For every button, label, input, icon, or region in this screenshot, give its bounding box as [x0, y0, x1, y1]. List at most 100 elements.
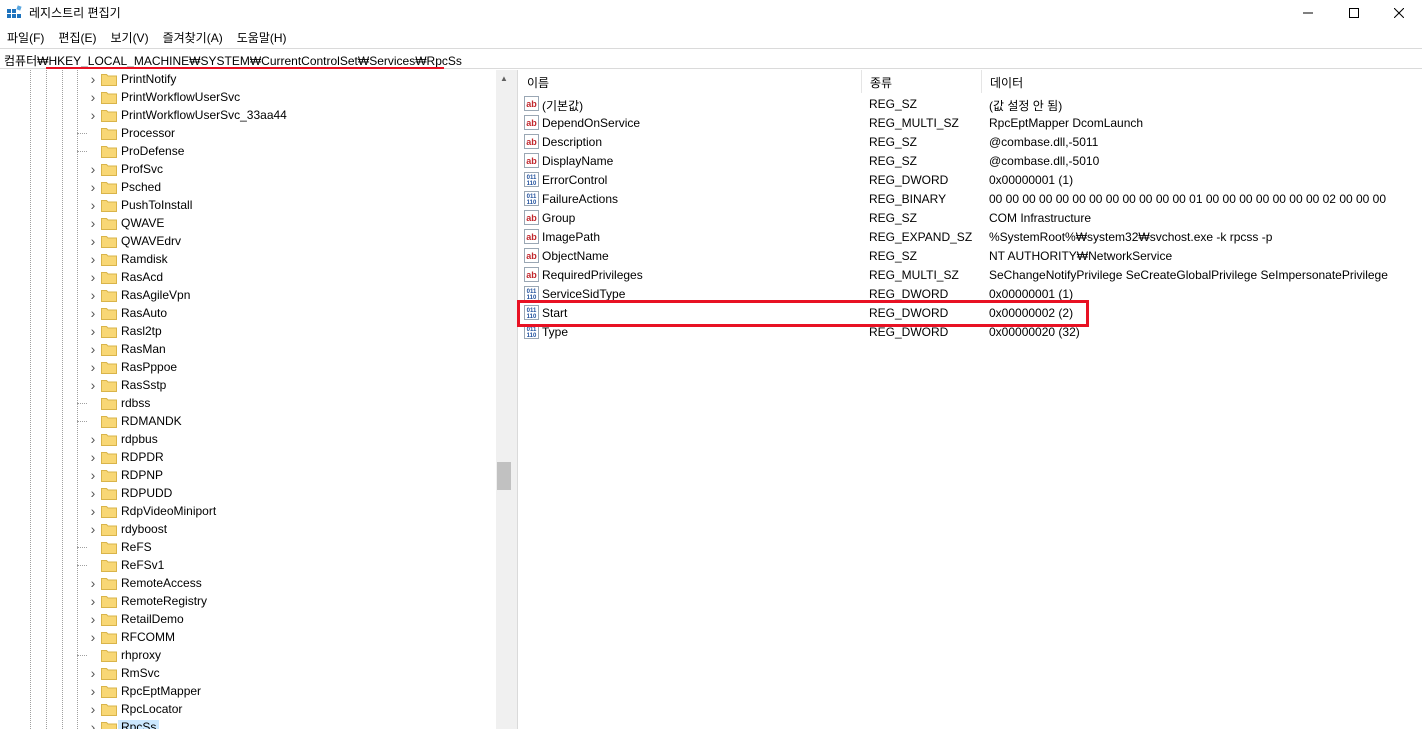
tree-item[interactable]: › RasAgileVpn — [0, 286, 496, 304]
chevron-right-icon[interactable]: › — [87, 378, 99, 392]
tree-scrollbar[interactable]: ▲ — [496, 70, 512, 729]
chevron-right-icon[interactable]: › — [87, 288, 99, 302]
tree-item[interactable]: › RasMan — [0, 340, 496, 358]
value-row[interactable]: ab ImagePath REG_EXPAND_SZ %SystemRoot%₩sys… — [519, 227, 1422, 246]
tree-item-label: rdpbus — [121, 432, 158, 446]
tree-item[interactable]: › QWAVE — [0, 214, 496, 232]
key-tree[interactable]: › PrintNotify › PrintWorkflowUserSvc › PrintW… — [0, 70, 512, 729]
chevron-right-icon[interactable]: › — [87, 360, 99, 374]
scroll-up-arrow-icon[interactable]: ▲ — [496, 70, 512, 87]
tree-item[interactable]: › rdyboost — [0, 520, 496, 538]
tree-item[interactable]: › Rasl2tp — [0, 322, 496, 340]
chevron-right-icon[interactable]: › — [87, 720, 99, 729]
tree-item[interactable]: › QWAVEdrv — [0, 232, 496, 250]
chevron-right-icon[interactable]: › — [87, 684, 99, 698]
chevron-right-icon[interactable]: › — [87, 504, 99, 518]
column-header-type[interactable]: 종류 — [862, 70, 982, 93]
value-row[interactable]: 011 110 ErrorControl REG_DWORD 0x00000001 (1… — [519, 170, 1422, 189]
tree-item[interactable]: › ProfSvc — [0, 160, 496, 178]
value-row[interactable]: ab ObjectName REG_SZ NT AUTHORITY₩NetworkSe… — [519, 246, 1422, 265]
folder-icon — [101, 596, 117, 608]
value-row[interactable]: ab RequiredPrivileges REG_MULTI_SZ SeChange… — [519, 265, 1422, 284]
tree-item[interactable]: › PushToInstall — [0, 196, 496, 214]
chevron-right-icon[interactable]: › — [87, 72, 99, 86]
column-header-data[interactable]: 데이터 — [982, 70, 1422, 93]
chevron-right-icon[interactable]: › — [87, 576, 99, 590]
tree-item[interactable]: › RemoteRegistry — [0, 592, 496, 610]
tree-item[interactable]: › RDPDR — [0, 448, 496, 466]
tree-item[interactable]: › PrintNotify — [0, 70, 496, 88]
chevron-right-icon[interactable]: › — [87, 666, 99, 680]
tree-item[interactable]: › RetailDemo — [0, 610, 496, 628]
tree-item[interactable]: › PrintWorkflowUserSvc_33aa44 — [0, 106, 496, 124]
svg-text:ab: ab — [526, 232, 537, 242]
chevron-right-icon[interactable]: › — [87, 612, 99, 626]
tree-item[interactable]: ReFS — [0, 538, 496, 556]
tree-item[interactable]: › RpcLocator — [0, 700, 496, 718]
chevron-right-icon[interactable]: › — [87, 594, 99, 608]
chevron-right-icon[interactable]: › — [87, 198, 99, 212]
chevron-right-icon[interactable]: › — [87, 162, 99, 176]
tree-item[interactable]: › Psched — [0, 178, 496, 196]
chevron-right-icon[interactable]: › — [87, 450, 99, 464]
chevron-right-icon[interactable]: › — [87, 702, 99, 716]
tree-item-label: QWAVEdrv — [121, 234, 182, 248]
menu-edit[interactable]: 편집(E) — [51, 27, 103, 47]
column-header-name[interactable]: 이름 — [519, 70, 862, 93]
tree-item[interactable]: › RDPUDD — [0, 484, 496, 502]
value-row[interactable]: 011 110 FailureActions REG_BINARY 00 00 00 0… — [519, 189, 1422, 208]
chevron-right-icon[interactable]: › — [87, 468, 99, 482]
chevron-right-icon[interactable]: › — [87, 432, 99, 446]
chevron-right-icon[interactable]: › — [87, 252, 99, 266]
address-bar[interactable]: 컴퓨터₩HKEY_LOCAL_MACHINE₩SYSTEM₩CurrentCon… — [0, 48, 1422, 69]
tree-item[interactable]: › RDPNP — [0, 466, 496, 484]
chevron-right-icon[interactable]: › — [87, 324, 99, 338]
tree-item[interactable]: Processor — [0, 124, 496, 142]
chevron-right-icon[interactable]: › — [87, 342, 99, 356]
tree-item[interactable]: rdbss — [0, 394, 496, 412]
menu-view[interactable]: 보기(V) — [103, 27, 155, 47]
values-list[interactable]: 이름 종류 데이터 ab (기본값) REG_SZ (값 설정 안 됨) ab Depen… — [519, 70, 1422, 729]
tree-item-label: PrintWorkflowUserSvc — [121, 90, 241, 104]
tree-item[interactable]: › RmSvc — [0, 664, 496, 682]
value-row[interactable]: ab DependOnService REG_MULTI_SZ RpcEptMappe… — [519, 113, 1422, 132]
tree-item[interactable]: › RemoteAccess — [0, 574, 496, 592]
chevron-right-icon[interactable]: › — [87, 522, 99, 536]
value-row[interactable]: ab Description REG_SZ @combase.dll,-5011 — [519, 132, 1422, 151]
tree-item[interactable]: ProDefense — [0, 142, 496, 160]
menu-help[interactable]: 도움말(H) — [230, 27, 294, 47]
tree-item[interactable]: › RasAcd — [0, 268, 496, 286]
tree-item[interactable]: › RasAuto — [0, 304, 496, 322]
minimize-button[interactable] — [1285, 0, 1331, 26]
chevron-right-icon[interactable]: › — [87, 270, 99, 284]
value-row[interactable]: ab (기본값) REG_SZ (값 설정 안 됨) — [519, 94, 1422, 113]
tree-item[interactable]: ReFSv1 — [0, 556, 496, 574]
chevron-right-icon[interactable]: › — [87, 90, 99, 104]
menu-favorites[interactable]: 즐겨찾기(A) — [156, 27, 230, 47]
menu-file[interactable]: 파일(F) — [0, 27, 51, 47]
tree-item[interactable]: rhproxy — [0, 646, 496, 664]
close-button[interactable] — [1376, 0, 1422, 26]
scrollbar-thumb[interactable] — [497, 462, 511, 490]
tree-item[interactable]: › RasSstp — [0, 376, 496, 394]
chevron-right-icon[interactable]: › — [87, 306, 99, 320]
tree-item[interactable]: RDMANDK — [0, 412, 496, 430]
chevron-right-icon[interactable]: › — [87, 216, 99, 230]
chevron-right-icon[interactable]: › — [87, 630, 99, 644]
tree-item[interactable]: › rdpbus — [0, 430, 496, 448]
tree-item[interactable]: › Ramdisk — [0, 250, 496, 268]
tree-item[interactable]: › RasPppoe — [0, 358, 496, 376]
tree-item[interactable]: › RpcEptMapper — [0, 682, 496, 700]
chevron-right-icon[interactable]: › — [87, 234, 99, 248]
value-row[interactable]: ab Group REG_SZ COM Infrastructure — [519, 208, 1422, 227]
tree-item[interactable]: › RdpVideoMiniport — [0, 502, 496, 520]
tree-item[interactable]: › PrintWorkflowUserSvc — [0, 88, 496, 106]
tree-item[interactable]: › RFCOMM — [0, 628, 496, 646]
tree-item[interactable]: › RpcSs — [0, 718, 496, 729]
chevron-right-icon[interactable]: › — [87, 108, 99, 122]
chevron-right-icon[interactable]: › — [87, 486, 99, 500]
maximize-button[interactable] — [1331, 0, 1377, 26]
value-row[interactable]: ab DisplayName REG_SZ @combase.dll,-5010 — [519, 151, 1422, 170]
chevron-right-icon[interactable]: › — [87, 180, 99, 194]
pane-splitter[interactable] — [512, 70, 518, 729]
